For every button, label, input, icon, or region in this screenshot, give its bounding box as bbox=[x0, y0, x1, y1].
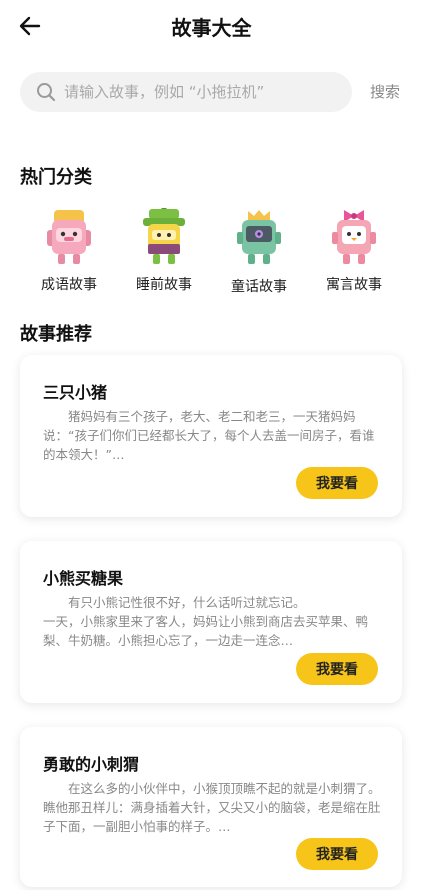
category-list: 成语故事 睡前故事 童话故事 寓言故事 bbox=[0, 208, 423, 298]
categories-title: 热门分类 bbox=[20, 167, 92, 188]
recommend-title: 故事推荐 bbox=[20, 324, 92, 345]
story-summary: 猪妈妈有三个孩子，老大、老二和老三，一天猪妈妈说：“孩子们你们已经都长大了，每个… bbox=[43, 409, 375, 462]
story-card[interactable]: 三只小猪 猪妈妈有三个孩子，老大、老二和老三，一天猪妈妈说：“孩子们你们已经都长… bbox=[20, 355, 402, 517]
search-bar: 搜索 bbox=[20, 72, 410, 112]
green-hat-block-character-icon bbox=[143, 208, 185, 264]
story-card[interactable]: 勇敢的小刺猬 在这么多的小伙伴中，小猴顶顶瞧不起的就是小刺猬了。瞧他那丑样儿：满… bbox=[20, 727, 402, 887]
story-summary: 有只小熊记性很不好，什么话听过就忘记。 一天，小熊家里来了客人，妈妈让小熊到商店… bbox=[43, 595, 369, 648]
story-title: 勇敢的小刺猬 bbox=[43, 755, 140, 774]
category-fable[interactable]: 寓言故事 bbox=[311, 208, 391, 298]
category-idiom[interactable]: 成语故事 bbox=[26, 208, 106, 298]
page-title: 故事大全 bbox=[171, 16, 252, 40]
category-label: 睡前故事 bbox=[136, 277, 192, 293]
category-fairy-tale[interactable]: 童话故事 bbox=[216, 208, 296, 298]
header: 故事大全 bbox=[0, 0, 423, 52]
search-box[interactable] bbox=[20, 72, 352, 112]
story-title: 小熊买糖果 bbox=[43, 569, 124, 588]
search-icon bbox=[37, 83, 56, 102]
category-label: 童话故事 bbox=[231, 279, 287, 295]
read-button[interactable]: 我要看 bbox=[296, 838, 378, 870]
green-crown-block-character-icon bbox=[237, 210, 281, 264]
story-summary: 在这么多的小伙伴中，小猴顶顶瞧不起的就是小刺猬了。瞧他那丑样儿：满身插着大针，又… bbox=[43, 781, 381, 834]
category-label: 成语故事 bbox=[41, 277, 97, 293]
search-button[interactable]: 搜索 bbox=[370, 81, 400, 102]
read-button[interactable]: 我要看 bbox=[296, 653, 378, 685]
read-button[interactable]: 我要看 bbox=[296, 467, 378, 499]
category-label: 寓言故事 bbox=[326, 277, 382, 293]
bow-block-character-icon bbox=[332, 210, 376, 264]
pink-block-character-icon bbox=[47, 210, 91, 264]
story-title: 三只小猪 bbox=[43, 383, 108, 402]
search-input[interactable] bbox=[64, 72, 344, 112]
category-bedtime[interactable]: 睡前故事 bbox=[121, 208, 201, 298]
story-card[interactable]: 小熊买糖果 有只小熊记性很不好，什么话听过就忘记。 一天，小熊家里来了客人，妈妈… bbox=[20, 541, 402, 703]
